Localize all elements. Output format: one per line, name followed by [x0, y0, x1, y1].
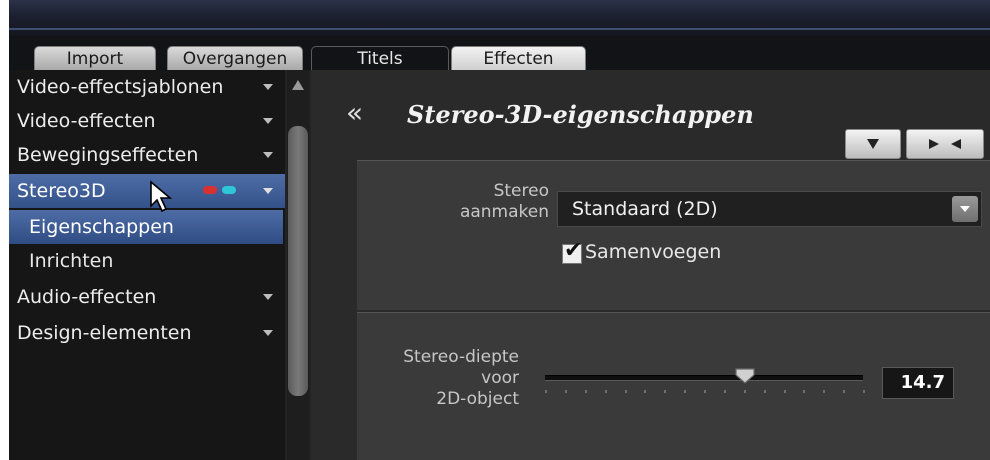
slider-tick [743, 390, 746, 393]
scroll-up-icon[interactable] [292, 80, 304, 90]
sidebar-item-design-elementen[interactable]: Design-elementen [9, 316, 285, 350]
slider-tick [843, 390, 846, 393]
tab-bar: Import Overgangen Titels Effecten [9, 36, 990, 70]
tab-overgangen[interactable]: Overgangen [167, 46, 303, 70]
chevron-down-icon[interactable] [263, 294, 273, 300]
slider-tick [545, 390, 547, 393]
chevron-down-icon[interactable] [263, 188, 273, 194]
sidebar-item-label: Eigenschappen [29, 216, 174, 238]
slider-tick [664, 390, 667, 393]
stereo-mode-select[interactable]: Standaard (2D) [557, 191, 982, 227]
chevron-down-icon[interactable] [952, 196, 978, 222]
sidebar-item-stereo3d[interactable]: Stereo3D [9, 174, 285, 208]
sidebar-item-audio-effecten[interactable]: Audio-effecten [9, 280, 285, 314]
slider-tick [783, 390, 786, 393]
slider-tick [723, 390, 726, 393]
chevron-down-icon[interactable] [263, 118, 273, 124]
slider-tick [763, 390, 766, 393]
slider-tick [863, 390, 865, 393]
anaglyph-cyan-icon [222, 186, 236, 194]
chevron-down-icon[interactable] [263, 330, 273, 336]
chevron-down-icon[interactable] [263, 152, 273, 158]
tab-titels[interactable]: Titels [311, 46, 449, 70]
app-window: Import Overgangen Titels Effecten Video-… [9, 0, 990, 460]
tab-import[interactable]: Import [34, 46, 156, 70]
panel-title: Stereo-3D-eigenschappen [407, 100, 754, 129]
slider-tick [564, 390, 567, 393]
sidebar-item-label: Stereo3D [17, 180, 106, 202]
sidebar-item-label: Video-effectsjablonen [17, 76, 224, 98]
collapse-arrows-icon [929, 139, 961, 149]
mouse-cursor-icon [150, 180, 173, 213]
triangle-down-icon [867, 139, 879, 149]
scrollbar-thumb[interactable] [288, 126, 308, 396]
slider-tick [604, 390, 607, 393]
sidebar-item-label: Video-effecten [17, 110, 156, 132]
sidebar-item-bewegingseffecten[interactable]: Bewegingseffecten [9, 138, 285, 172]
chevron-down-icon[interactable] [263, 84, 273, 90]
merge-checkbox-label[interactable]: Samenvoegen [585, 241, 721, 263]
slider-tick [823, 390, 826, 393]
sidebar-item-label: Audio-effecten [17, 286, 157, 308]
tab-effecten[interactable]: Effecten [451, 46, 586, 70]
stereo-create-label: Stereo aanmaken [459, 181, 549, 222]
merge-checkbox[interactable]: ✔ [562, 239, 582, 264]
depth-value-field[interactable]: 14.7 [882, 367, 954, 399]
slider-tick [684, 390, 687, 393]
sidebar-item-video-effecten[interactable]: Video-effecten [9, 104, 285, 138]
slider-tick [803, 390, 806, 393]
sidebar-item-video-effectsjablonen[interactable]: Video-effectsjablonen [9, 70, 285, 104]
sidebar-item-label: Design-elementen [17, 322, 192, 344]
stereo-mode-value: Standaard (2D) [572, 198, 718, 220]
stereo-create-section: Stereo aanmaken [357, 160, 990, 310]
collapse-panel-icon[interactable]: « [346, 99, 363, 127]
slider-tick [624, 390, 627, 393]
checkmark-icon: ✔ [564, 238, 583, 263]
slider-tick [704, 390, 706, 393]
slider-tick [584, 390, 587, 393]
slider-tick [644, 390, 647, 393]
depth-slider-thumb[interactable] [734, 367, 756, 385]
depth-slider-track[interactable] [545, 375, 863, 381]
anaglyph-red-icon [203, 186, 217, 194]
sidebar-item-label: Bewegingseffecten [17, 144, 199, 166]
stereo-depth-label: Stereo-diepte voor 2D-object [403, 347, 519, 409]
expand-dropdown-button[interactable] [845, 129, 901, 159]
sidebar-item-inrichten[interactable]: Inrichten [9, 244, 285, 278]
sidebar-item-label: Inrichten [29, 250, 114, 272]
swap-view-button[interactable] [906, 129, 984, 159]
title-bar [9, 0, 990, 36]
sidebar-item-eigenschappen[interactable]: Eigenschappen [9, 210, 283, 244]
